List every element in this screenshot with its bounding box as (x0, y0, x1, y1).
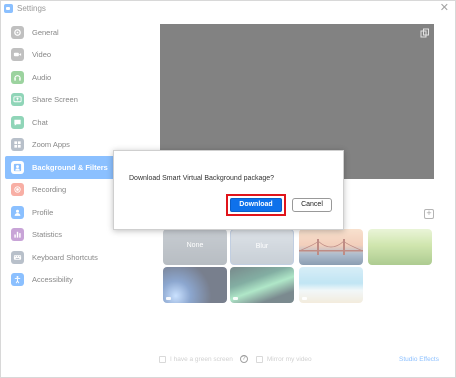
download-dialog: Download Smart Virtual Background packag… (113, 150, 344, 230)
download-button[interactable]: Download (230, 198, 282, 212)
cancel-button[interactable]: Cancel (292, 198, 332, 212)
dialog-message: Download Smart Virtual Background packag… (129, 175, 275, 182)
